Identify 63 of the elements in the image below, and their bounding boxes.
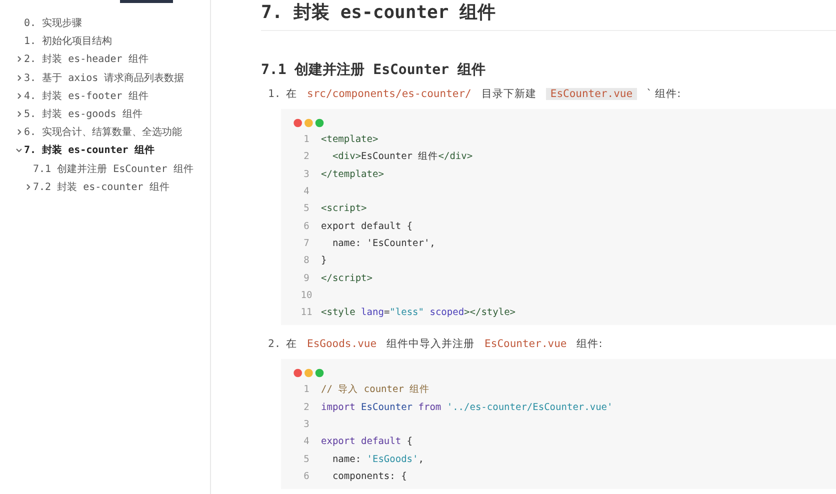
- sidebar-item[interactable]: 0. 实现步骤: [24, 16, 82, 30]
- sidebar-item[interactable]: 4. 封装 es-footer 组件: [24, 88, 148, 103]
- page-heading: 7. 封装 es-counter 组件: [261, 0, 836, 31]
- step-text: ` 组件:: [646, 87, 681, 101]
- line-number: 8: [302, 255, 310, 266]
- chevron-icon[interactable]: [15, 128, 23, 136]
- line-number: 4: [302, 186, 310, 198]
- inline-code: src/components/es-counter/: [307, 88, 472, 100]
- code-line: components: {: [331, 470, 407, 482]
- line-number: 5: [302, 454, 310, 465]
- line-number: 6: [302, 470, 310, 482]
- line-number: 2: [302, 151, 310, 162]
- line-number: 3: [302, 168, 310, 180]
- line-number: 3: [302, 419, 310, 430]
- line-number: 1: [302, 384, 310, 396]
- line-number: 10: [300, 290, 314, 301]
- line-number: 11: [300, 307, 314, 318]
- code-line: <script>: [321, 203, 367, 214]
- inline-code: EsGoods.vue: [307, 338, 377, 350]
- code-line: name: 'EsCounter',: [331, 238, 436, 249]
- sidebar-item[interactable]: 6. 实现合计、结算数量、全选功能: [24, 125, 182, 140]
- code-line: // 导入 counter 组件: [321, 383, 430, 396]
- chevron-icon[interactable]: [15, 110, 23, 118]
- step-text: 组件中导入并注册: [386, 337, 475, 352]
- sidebar-item[interactable]: 1. 初始化项目结构: [24, 34, 112, 48]
- sidebar-item[interactable]: 3. 基于 axios 请求商品列表数据: [24, 70, 184, 85]
- line-number: 4: [302, 436, 310, 448]
- list-number: 2.: [268, 338, 276, 350]
- code-line: }: [321, 255, 327, 266]
- code-line: import EsCounter from '../es-counter/EsCounter.vue': [321, 402, 613, 413]
- line-number: 1: [302, 134, 310, 146]
- code-line: <template>: [321, 134, 378, 146]
- code-line: </template>: [321, 168, 384, 180]
- sidebar-item[interactable]: 7.1 创建并注册 EsCounter 组件: [33, 162, 194, 176]
- inline-code: EsCounter.vue: [484, 338, 567, 350]
- line-number: 7: [302, 238, 310, 249]
- sidebar-item[interactable]: 5. 封装 es-goods 组件: [24, 107, 142, 122]
- step-text: 目录下新建: [481, 87, 536, 101]
- sidebar-item[interactable]: 7.2 封装 es-counter 组件: [33, 180, 170, 194]
- inline-code: EsCounter.vue: [546, 88, 637, 100]
- chevron-icon[interactable]: [15, 92, 23, 100]
- code-line: name: 'EsGoods',: [331, 454, 424, 465]
- chevron-icon[interactable]: [24, 182, 32, 191]
- line-number: 9: [302, 272, 310, 284]
- step-text: 组件:: [576, 337, 602, 352]
- code-line: export default {: [321, 220, 413, 232]
- chevron-icon[interactable]: [15, 55, 23, 64]
- sidebar-item[interactable]: 2. 封装 es-header 组件: [24, 52, 148, 66]
- code-line: <style lang="less" scoped></style>: [321, 307, 516, 318]
- list-number: 1.: [268, 88, 276, 100]
- indicator-bar: [120, 0, 173, 3]
- step-text: 在: [286, 337, 297, 352]
- code-line: <div>EsCounter 组件</div>: [331, 150, 473, 164]
- section-heading: 7.1 创建并注册 EsCounter 组件: [261, 61, 486, 79]
- sidebar-item[interactable]: 7. 封装 es-counter 组件: [24, 143, 154, 158]
- code-line: export default {: [321, 436, 413, 448]
- chevron-icon[interactable]: [15, 74, 23, 82]
- line-number: 2: [302, 402, 310, 413]
- chevron-icon[interactable]: [15, 146, 23, 154]
- line-number: 6: [302, 220, 310, 232]
- step-text: 在: [286, 87, 297, 101]
- line-number: 5: [302, 203, 310, 214]
- code-line: </script>: [321, 272, 372, 284]
